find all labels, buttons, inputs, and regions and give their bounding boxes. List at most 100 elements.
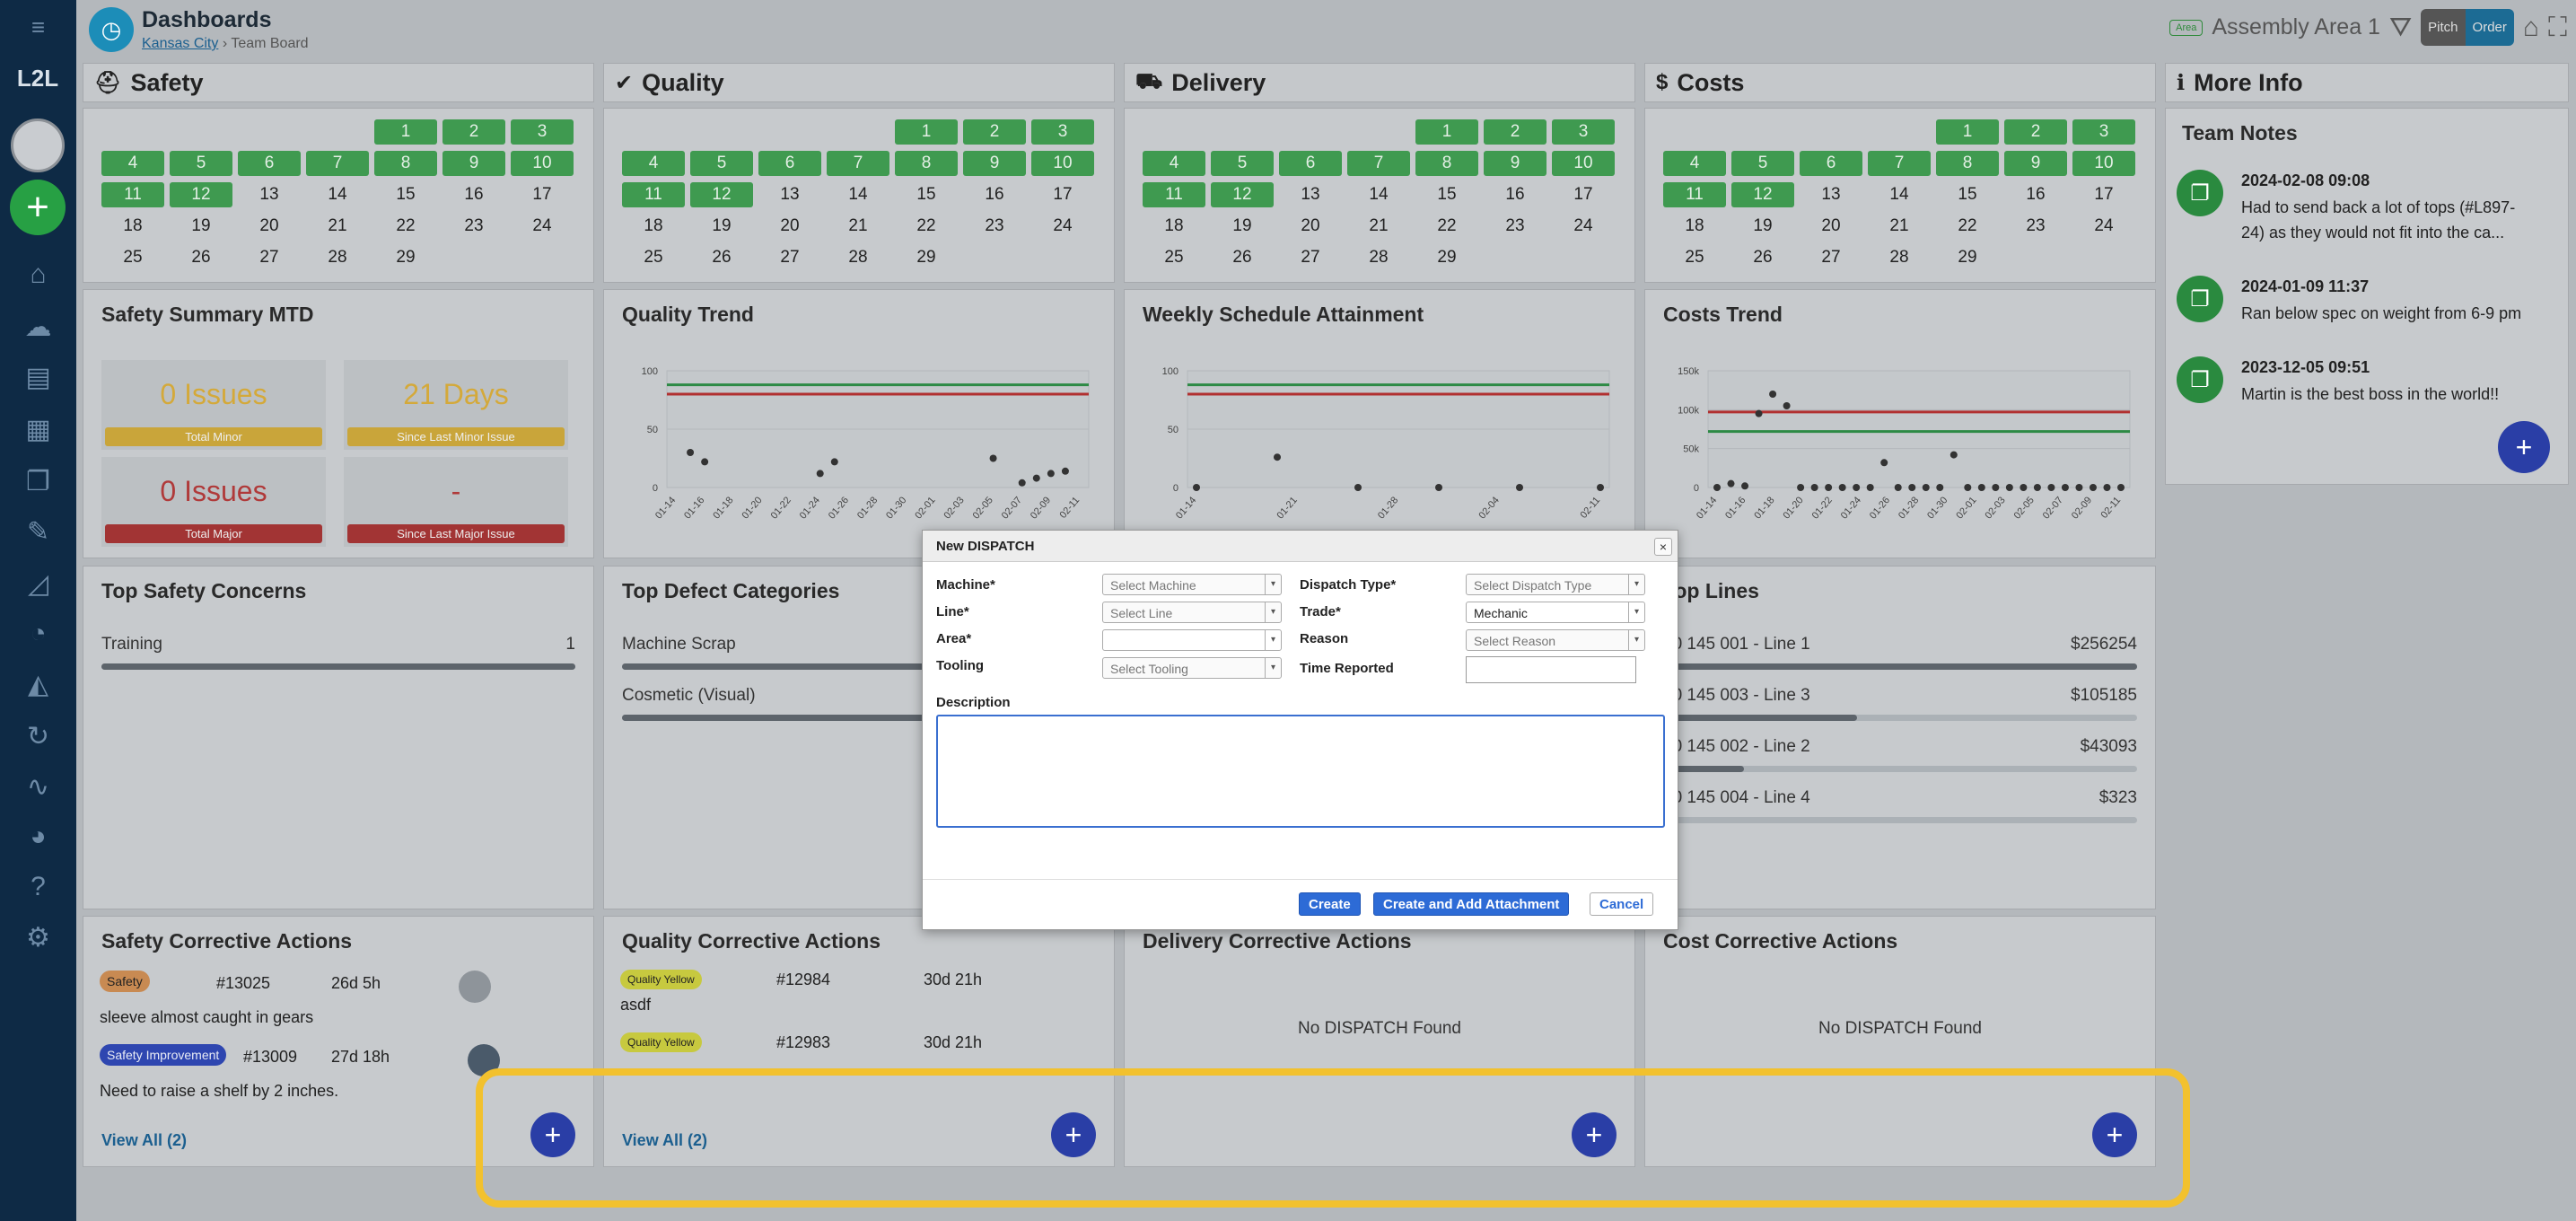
calendar-day[interactable]: 9 xyxy=(1484,151,1546,176)
help-icon[interactable]: ? xyxy=(0,867,76,907)
calendar-day[interactable]: 4 xyxy=(1663,151,1726,176)
calendar-day[interactable]: 9 xyxy=(2004,151,2067,176)
calendar-day[interactable]: 23 xyxy=(2004,214,2067,239)
trend-icon[interactable]: ∿ xyxy=(0,767,76,806)
palette-icon[interactable]: ◕ xyxy=(0,817,76,856)
calendar-day[interactable]: 12 xyxy=(690,182,753,207)
machine-select[interactable]: Select Machine ▾ xyxy=(1102,574,1282,595)
calendar-day[interactable]: 3 xyxy=(1552,119,1615,145)
calendar-day[interactable]: 14 xyxy=(827,182,889,207)
calendar-day[interactable]: 21 xyxy=(306,214,369,239)
home-icon[interactable]: ⌂ xyxy=(0,255,76,294)
calendar-day[interactable]: 11 xyxy=(101,182,164,207)
calendar-day[interactable]: 8 xyxy=(895,151,958,176)
calendar-day[interactable]: 19 xyxy=(1731,214,1794,239)
calendar-day[interactable]: 2 xyxy=(442,119,505,145)
calendar-day[interactable]: 27 xyxy=(758,245,821,270)
calendar-day[interactable]: 8 xyxy=(1415,151,1478,176)
view-all-link[interactable]: View All (2) xyxy=(101,1131,187,1150)
cancel-button[interactable]: Cancel xyxy=(1590,892,1654,916)
calendar-day[interactable]: 6 xyxy=(758,151,821,176)
calendar-day[interactable]: 12 xyxy=(1731,182,1794,207)
calendar-day[interactable]: 10 xyxy=(511,151,574,176)
user-avatar[interactable] xyxy=(11,119,65,172)
calendar-day[interactable]: 27 xyxy=(1279,245,1342,270)
calendar-day[interactable]: 25 xyxy=(1663,245,1726,270)
calendar-icon[interactable]: ▦ xyxy=(0,409,76,449)
calendar-day[interactable]: 21 xyxy=(827,214,889,239)
calendar-day[interactable]: 24 xyxy=(511,214,574,239)
calendar-day[interactable]: 1 xyxy=(1415,119,1478,145)
tooling-select[interactable]: Select Tooling ▾ xyxy=(1102,657,1282,679)
calendar-day[interactable]: 20 xyxy=(1800,214,1862,239)
calendar-day[interactable]: 29 xyxy=(374,245,437,270)
calendar-day[interactable]: 20 xyxy=(1279,214,1342,239)
calendar-day[interactable]: 28 xyxy=(306,245,369,270)
calendar-day[interactable]: 10 xyxy=(1031,151,1094,176)
filter-icon[interactable]: ⛛ xyxy=(2389,13,2412,43)
calendar-day[interactable]: 22 xyxy=(1415,214,1478,239)
calendar-day[interactable]: 28 xyxy=(1347,245,1410,270)
order-button[interactable]: Order xyxy=(2465,9,2514,46)
calendar-day[interactable]: 6 xyxy=(238,151,301,176)
calendar-day[interactable]: 19 xyxy=(1211,214,1274,239)
add-icon[interactable]: + xyxy=(10,180,66,235)
pitch-button[interactable]: Pitch xyxy=(2421,9,2466,46)
calendar-day[interactable]: 11 xyxy=(1663,182,1726,207)
ca-item[interactable]: Quality Yellow #12983 30d 21h xyxy=(620,1032,1105,1058)
calendar-day[interactable]: 6 xyxy=(1800,151,1862,176)
calendar-day[interactable]: 14 xyxy=(306,182,369,207)
calendar-day[interactable]: 21 xyxy=(1347,214,1410,239)
calendar-day[interactable]: 2 xyxy=(1484,119,1546,145)
graduation-icon[interactable]: ◭ xyxy=(0,664,76,704)
calendar-day[interactable]: 9 xyxy=(963,151,1026,176)
trade-select[interactable]: Mechanic ▾ xyxy=(1466,602,1645,623)
calendar-day[interactable]: 4 xyxy=(622,151,685,176)
calendar-day[interactable]: 25 xyxy=(622,245,685,270)
calendar-day[interactable]: 16 xyxy=(1484,182,1546,207)
calendar-day[interactable]: 17 xyxy=(1552,182,1615,207)
chart-icon[interactable]: ◿ xyxy=(0,564,76,603)
calendar-day[interactable]: 18 xyxy=(1143,214,1205,239)
calendar-day[interactable]: 15 xyxy=(1936,182,1999,207)
description-textarea[interactable] xyxy=(936,715,1665,828)
calendar-day[interactable]: 5 xyxy=(690,151,753,176)
breadcrumb-location-link[interactable]: Kansas City xyxy=(142,36,218,51)
calendar-day[interactable]: 1 xyxy=(1936,119,1999,145)
calendar-day[interactable]: 29 xyxy=(895,245,958,270)
calendar-day[interactable]: 12 xyxy=(1211,182,1274,207)
calendar-day[interactable]: 7 xyxy=(827,151,889,176)
calendar-day[interactable]: 22 xyxy=(895,214,958,239)
calendar-day[interactable]: 7 xyxy=(306,151,369,176)
sync-icon[interactable]: ↻ xyxy=(0,716,76,756)
calendar-day[interactable]: 22 xyxy=(374,214,437,239)
calendar-day[interactable]: 11 xyxy=(622,182,685,207)
calendar-day[interactable]: 3 xyxy=(2072,119,2135,145)
create-button[interactable]: Create xyxy=(1299,892,1361,916)
calendar-day[interactable]: 1 xyxy=(895,119,958,145)
settings-icon[interactable]: ⚙ xyxy=(0,918,76,957)
calendar-day[interactable]: 16 xyxy=(963,182,1026,207)
calendar-day[interactable]: 17 xyxy=(1031,182,1094,207)
calendar-day[interactable]: 26 xyxy=(170,245,232,270)
calendar-day[interactable]: 29 xyxy=(1936,245,1999,270)
calendar-day[interactable]: 20 xyxy=(238,214,301,239)
calendar-day[interactable]: 26 xyxy=(1731,245,1794,270)
calendar-day[interactable]: 15 xyxy=(895,182,958,207)
calendar-day[interactable]: 29 xyxy=(1415,245,1478,270)
calendar-day[interactable]: 5 xyxy=(170,151,232,176)
calendar-day[interactable]: 5 xyxy=(1211,151,1274,176)
calendar-day[interactable]: 10 xyxy=(2072,151,2135,176)
calendar-day[interactable]: 23 xyxy=(1484,214,1546,239)
calendar-day[interactable]: 23 xyxy=(963,214,1026,239)
calendar-day[interactable]: 6 xyxy=(1279,151,1342,176)
calendar-day[interactable]: 14 xyxy=(1347,182,1410,207)
calendar-day[interactable]: 26 xyxy=(690,245,753,270)
note-item[interactable]: ❐ 2024-02-08 09:08 Had to send back a lot … xyxy=(2177,170,2527,250)
calendar-day[interactable]: 17 xyxy=(511,182,574,207)
area-select[interactable]: ▾ xyxy=(1102,629,1282,651)
add-note-button[interactable]: + xyxy=(2498,421,2550,473)
calendar-day[interactable]: 1 xyxy=(374,119,437,145)
calendar-day[interactable]: 16 xyxy=(442,182,505,207)
calendar-day[interactable]: 11 xyxy=(1143,182,1205,207)
